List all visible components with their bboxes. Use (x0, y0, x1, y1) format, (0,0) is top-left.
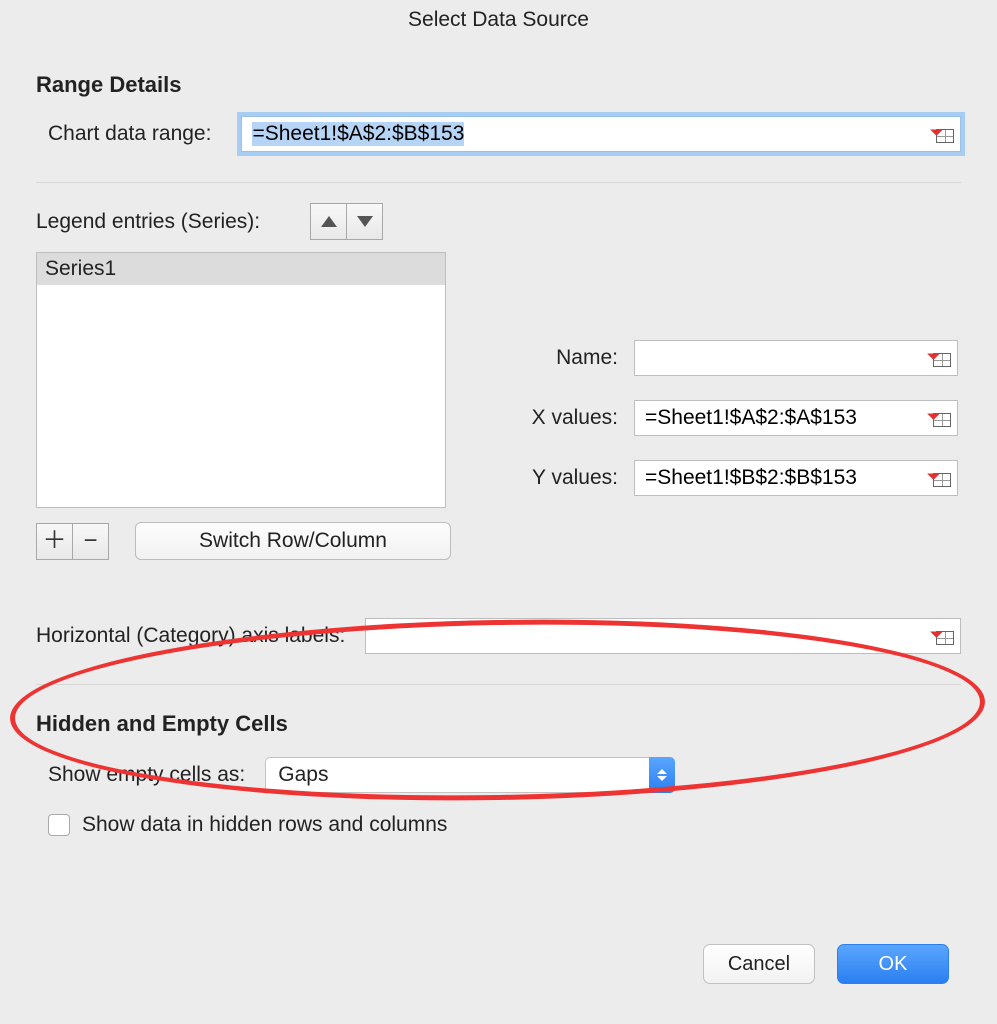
horizontal-axis-labels-label: Horizontal (Category) axis labels: (36, 624, 345, 648)
x-values-field[interactable] (634, 400, 958, 436)
switch-row-column-button[interactable]: Switch Row/Column (135, 522, 451, 560)
hidden-empty-heading: Hidden and Empty Cells (36, 711, 961, 737)
range-picker-icon[interactable] (929, 349, 951, 367)
remove-series-button[interactable]: − (73, 523, 109, 560)
select-stepper-icon (649, 757, 675, 793)
plus-icon: ＋ (43, 529, 67, 553)
horizontal-axis-labels-field[interactable] (365, 618, 961, 654)
range-picker-icon[interactable] (932, 125, 954, 143)
show-hidden-rows-label: Show data in hidden rows and columns (82, 813, 447, 837)
section-divider (36, 684, 961, 685)
move-series-up-button[interactable] (310, 203, 347, 240)
show-empty-cells-select[interactable]: Gaps (265, 757, 675, 793)
legend-entries-label: Legend entries (Series): (36, 210, 260, 234)
y-values-input[interactable] (643, 460, 929, 496)
section-divider (36, 182, 961, 183)
range-picker-icon[interactable] (929, 469, 951, 487)
horizontal-axis-labels-input[interactable] (374, 618, 932, 654)
arrow-down-icon (357, 216, 373, 227)
chart-data-range-input[interactable] (250, 116, 932, 152)
show-empty-cells-value: Gaps (278, 763, 328, 787)
show-hidden-rows-checkbox[interactable] (48, 814, 70, 836)
series-list[interactable]: Series1 (36, 252, 446, 508)
range-picker-icon[interactable] (929, 409, 951, 427)
chart-data-range-label: Chart data range: (48, 122, 211, 146)
ok-button[interactable]: OK (837, 944, 949, 984)
minus-icon: − (83, 529, 97, 553)
x-values-label: X values: (478, 406, 618, 430)
show-empty-cells-label: Show empty cells as: (48, 763, 245, 787)
series-name-field[interactable] (634, 340, 958, 376)
series-item[interactable]: Series1 (37, 253, 445, 285)
dialog-title: Select Data Source (0, 0, 997, 46)
range-picker-icon[interactable] (932, 627, 954, 645)
cancel-button[interactable]: Cancel (703, 944, 815, 984)
series-name-input[interactable] (643, 340, 929, 376)
y-values-field[interactable] (634, 460, 958, 496)
arrow-up-icon (321, 216, 337, 227)
range-details-heading: Range Details (36, 72, 961, 98)
move-series-down-button[interactable] (347, 203, 383, 240)
add-series-button[interactable]: ＋ (36, 523, 73, 560)
x-values-input[interactable] (643, 400, 929, 436)
series-name-label: Name: (478, 346, 618, 370)
chart-data-range-field[interactable] (241, 116, 961, 152)
y-values-label: Y values: (478, 466, 618, 490)
